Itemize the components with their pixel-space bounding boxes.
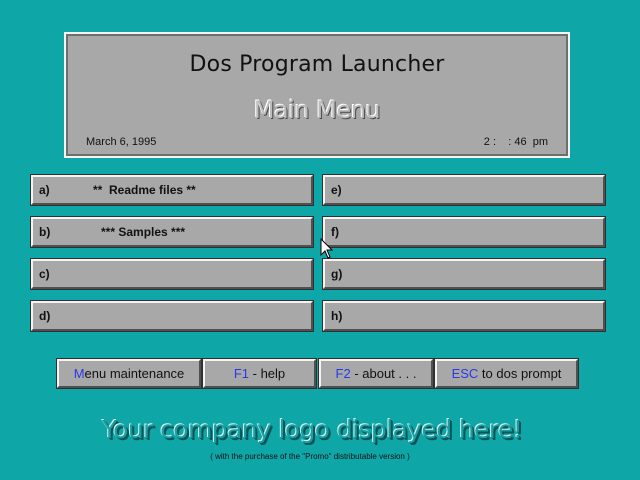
header-panel: Dos Program Launcher Main Menu March 6, … <box>64 32 570 158</box>
slot-label: ** Readme files ** <box>93 183 196 197</box>
slot-key: h) <box>331 309 343 323</box>
menu-slot-h[interactable]: h) <box>322 300 606 332</box>
slot-key: f) <box>331 225 339 239</box>
menu-slot-a[interactable]: a) ** Readme files ** <box>30 174 314 206</box>
hotkey-label: F2 <box>335 366 351 381</box>
menu-maintenance-button[interactable]: Menu maintenance <box>56 358 202 389</box>
menu-slot-d[interactable]: d) <box>30 300 314 332</box>
company-logo-text: Your company logo displayed here! <box>101 415 523 444</box>
menu-slot-f[interactable]: f) <box>322 216 606 248</box>
arrow-pointer-icon <box>320 238 334 259</box>
promo-note: ( with the purchase of the "Promo" distr… <box>210 452 410 461</box>
slot-key: e) <box>331 183 342 197</box>
hotkey-label: ESC <box>451 366 479 381</box>
menu-slot-b[interactable]: b) *** Samples *** <box>30 216 314 248</box>
hotkey-label: F1 <box>233 366 250 381</box>
menu-slot-e[interactable]: e) <box>322 174 606 206</box>
button-label: - help <box>249 366 286 381</box>
slot-key: g) <box>331 267 343 281</box>
slot-key: c) <box>39 267 50 281</box>
date-display: March 6, 1995 <box>86 136 157 148</box>
menu-slot-c[interactable]: c) <box>30 258 314 290</box>
app-title: Dos Program Launcher <box>189 52 445 77</box>
about-button[interactable]: F2 - about . . . <box>318 358 434 389</box>
slot-key: d) <box>39 309 51 323</box>
slot-key: a) <box>39 183 50 197</box>
dos-prompt-button[interactable]: ESC to dos prompt <box>434 358 579 389</box>
menu-slot-g[interactable]: g) <box>322 258 606 290</box>
slot-label: *** Samples *** <box>101 225 186 239</box>
help-button[interactable]: F1 - help <box>202 358 317 389</box>
hotkey-label: M <box>73 366 85 381</box>
slot-key: b) <box>39 225 51 239</box>
menu-title: Main Menu <box>253 96 381 124</box>
button-label: enu maintenance <box>84 366 185 381</box>
button-label: - about . . . <box>350 366 417 381</box>
time-display: 2 : : 46 pm <box>483 136 548 148</box>
button-label: to dos prompt <box>478 366 562 381</box>
